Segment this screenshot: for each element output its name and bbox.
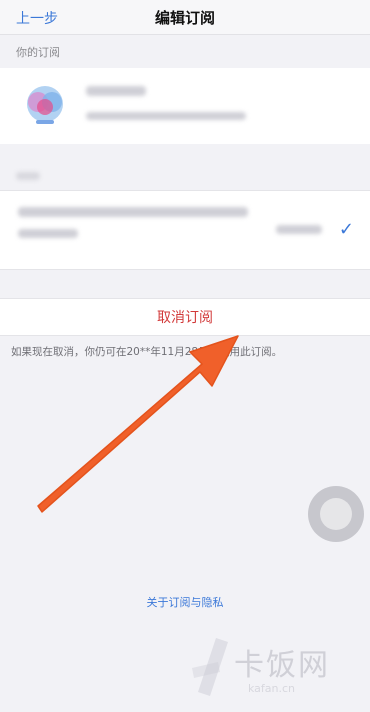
subscription-privacy-link[interactable]: 关于订阅与隐私 [0,594,370,610]
watermark-text: 卡饭网 [234,648,330,683]
cancel-subscription-label: 取消订阅 [157,310,213,326]
watermark-logo-icon [192,638,228,696]
cancellation-note: 如果现在取消，你仍可在20**年11月28日前使用此订阅。 [11,346,283,358]
app-detail-blurred [86,112,246,120]
navigation-bar: 上一步 编辑订阅 [0,0,370,35]
app-icon [20,80,70,130]
plan-period-blurred [18,229,78,238]
subscription-plan-option[interactable]: ✓ [0,190,370,270]
page-title: 编辑订阅 [154,9,215,27]
options-section-label-blurred [16,172,40,180]
watermark: 卡饭网 kafan.cn [188,632,370,712]
app-name-blurred [86,86,146,96]
watermark-subtext: kafan.cn [248,682,296,695]
cancel-subscription-button[interactable]: 取消订阅 [0,298,370,336]
plan-price-blurred [276,225,322,234]
subscription-item[interactable] [0,68,370,144]
assistive-touch-inner [320,498,352,530]
checkmark-icon: ✓ [338,219,354,240]
plan-name-blurred [18,207,248,217]
subscriptions-section-label: 你的订阅 [16,46,60,59]
assistive-touch-button[interactable] [308,486,364,542]
